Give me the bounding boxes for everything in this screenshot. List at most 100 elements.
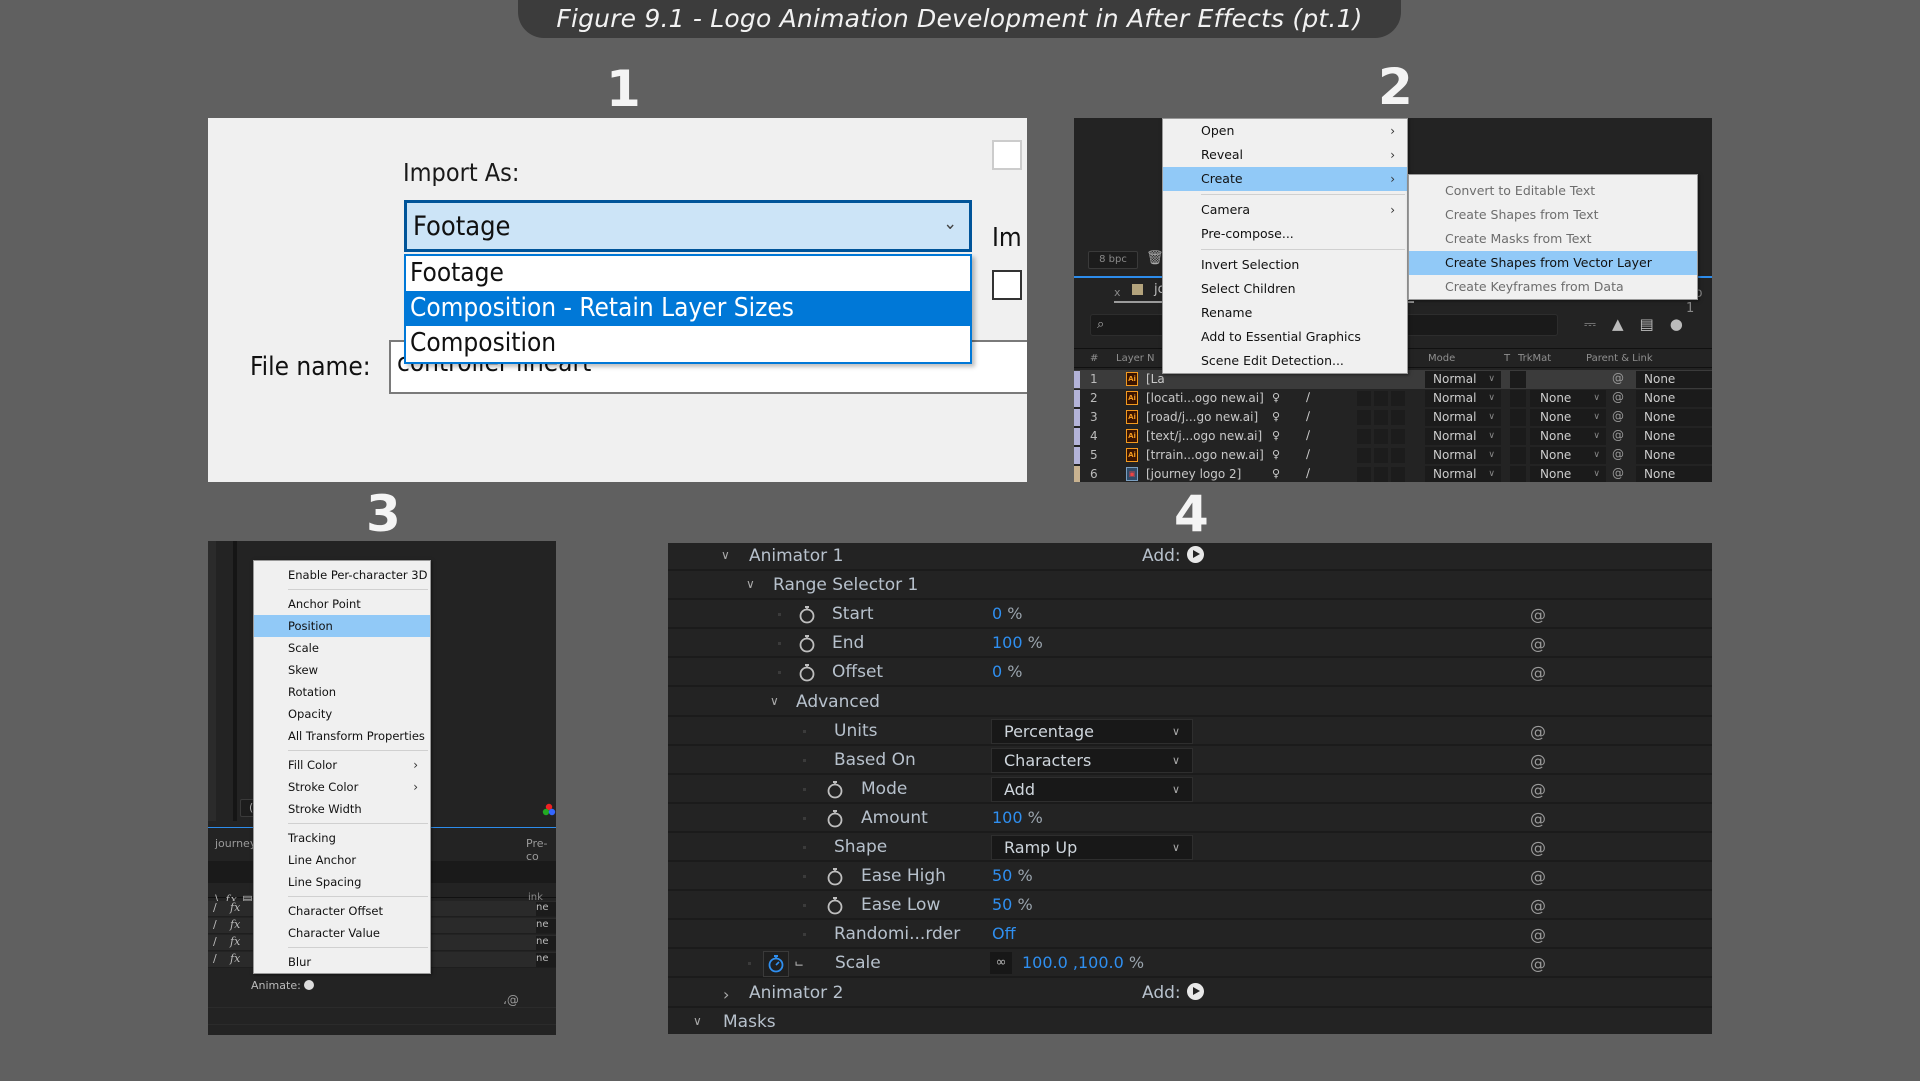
property-row[interactable]: Amount 100 % @ <box>668 805 1712 833</box>
property-row[interactable]: › Animator 2 Add: <box>668 980 1712 1008</box>
menu-item[interactable]: Position <box>254 615 430 637</box>
menu-item[interactable]: Open › <box>1163 119 1407 143</box>
menu-item[interactable]: Line Anchor <box>254 849 430 871</box>
property-dropdown[interactable]: Add ∨ <box>991 776 1193 802</box>
property-row[interactable]: Ease High 50 % @ <box>668 863 1712 892</box>
value-number[interactable]: 0 <box>992 604 1002 623</box>
property-row[interactable]: Start 0 % @ <box>668 601 1712 630</box>
shy-layers-icon[interactable]: ▲ <box>1612 315 1624 333</box>
menu-item[interactable]: Rename <box>1163 301 1407 325</box>
stopwatch-icon[interactable] <box>826 895 844 915</box>
parent-dropdown[interactable]: None <box>1636 409 1712 426</box>
shy-switch-icon[interactable]: ♀ <box>1272 448 1280 461</box>
bit-depth-button[interactable]: 8 bpc <box>1088 251 1138 269</box>
pick-whip-icon[interactable]: ،@ <box>503 993 519 1007</box>
blend-mode-dropdown[interactable]: Normal ∨ <box>1425 447 1501 464</box>
add-animator-property-button[interactable]: Add: <box>1142 546 1204 566</box>
quality-switch-icon[interactable]: ∕ <box>1306 447 1310 461</box>
property-row[interactable]: ∨ Animator 1 Add: <box>668 543 1712 571</box>
shy-switch-icon[interactable]: ♀ <box>1272 429 1280 442</box>
quality-switch-icon[interactable]: ∕ <box>1306 390 1310 404</box>
menu-item[interactable]: Stroke Width <box>254 798 430 820</box>
menu-item[interactable]: Fill Color › <box>254 754 430 776</box>
parent-dropdown-partial[interactable]: ne <box>536 936 556 950</box>
twirl-down-icon[interactable]: ∨ <box>746 577 755 591</box>
parent-dropdown[interactable]: None <box>1636 390 1712 407</box>
property-value[interactable]: 100.0 ,100.0 % <box>1022 953 1144 972</box>
pick-whip-icon[interactable]: @ <box>1530 809 1546 828</box>
shy-switch-icon[interactable]: ♀ <box>1272 410 1280 423</box>
preserve-transparency-toggle[interactable] <box>1510 447 1526 464</box>
property-value[interactable]: Off <box>992 924 1016 943</box>
label-color-swatch[interactable] <box>1074 428 1080 445</box>
menu-item[interactable]: Convert to Editable Text <box>1409 179 1697 203</box>
layer-row[interactable]: 6 ▣ [journey logo 2] ♀ ∕ Normal ∨ None ∨ @ None <box>1074 465 1712 482</box>
menu-item[interactable]: Anchor Point <box>254 593 430 615</box>
property-row[interactable]: Units Percentage ∨ @ <box>668 718 1712 746</box>
color-channels-icon[interactable] <box>542 803 556 817</box>
track-matte-dropdown[interactable]: None ∨ <box>1530 409 1606 426</box>
shy-switch-icon[interactable]: ♀ <box>1272 467 1280 480</box>
blend-mode-dropdown[interactable]: Normal ∨ <box>1425 409 1501 426</box>
track-matte-dropdown[interactable]: None ∨ <box>1530 428 1606 445</box>
stopwatch-icon[interactable] <box>798 633 816 653</box>
pick-whip-icon[interactable]: @ <box>1612 371 1624 385</box>
property-dropdown[interactable]: Percentage ∨ <box>991 718 1193 744</box>
quality-switch-icon[interactable]: ∕ <box>1306 409 1310 423</box>
effects-switch-icon[interactable]: fx <box>230 918 240 931</box>
property-value[interactable]: 50 % <box>992 866 1033 885</box>
motion-blur-icon[interactable]: ● <box>1670 315 1683 333</box>
option-checkbox-top[interactable] <box>992 140 1022 170</box>
stopwatch-icon[interactable] <box>798 604 816 624</box>
switch-boxes[interactable] <box>1357 429 1405 444</box>
value-number[interactable]: Off <box>992 924 1016 943</box>
effects-switch-icon[interactable]: fx <box>230 901 240 914</box>
menu-item[interactable]: Skew <box>254 659 430 681</box>
property-row[interactable]: Shape Ramp Up ∨ @ <box>668 834 1712 862</box>
pick-whip-icon[interactable]: @ <box>1612 447 1624 461</box>
animate-button[interactable]: Animate: <box>251 979 314 992</box>
pick-whip-icon[interactable]: @ <box>1530 780 1546 799</box>
quality-switch-icon[interactable]: ∕ <box>213 901 217 914</box>
pick-whip-icon[interactable]: @ <box>1530 954 1546 973</box>
property-dropdown[interactable]: Characters ∨ <box>991 747 1193 773</box>
dropdown-option-composition-retain-layer-sizes[interactable]: Composition - Retain Layer Sizes <box>406 291 970 326</box>
pick-whip-icon[interactable]: @ <box>1530 867 1546 886</box>
property-value[interactable]: 0 % <box>992 662 1022 681</box>
preserve-transparency-toggle[interactable] <box>1510 409 1526 426</box>
twirl-down-icon[interactable]: ∨ <box>721 548 730 562</box>
stopwatch-icon[interactable] <box>767 953 785 973</box>
pick-whip-icon[interactable]: @ <box>1612 390 1624 404</box>
menu-item[interactable]: Tracking <box>254 827 430 849</box>
label-color-swatch[interactable] <box>1074 466 1080 482</box>
stopwatch-icon[interactable] <box>826 779 844 799</box>
layer-name[interactable]: [text/j...ogo new.ai] <box>1146 429 1262 443</box>
dropdown-option-footage[interactable]: Footage <box>406 256 970 291</box>
value-number[interactable]: 100 <box>992 808 1023 827</box>
twirl-down-icon[interactable]: ∨ <box>693 1014 702 1028</box>
close-tab-icon[interactable]: x <box>1114 286 1121 299</box>
pick-whip-icon[interactable]: @ <box>1530 838 1546 857</box>
import-as-combobox[interactable]: Footage ⌄ <box>404 200 972 252</box>
parent-dropdown-partial[interactable]: ne <box>536 902 556 916</box>
switch-boxes[interactable] <box>1357 391 1405 406</box>
effects-switch-icon[interactable]: fx <box>230 952 240 965</box>
pick-whip-icon[interactable]: @ <box>1612 409 1624 423</box>
parent-dropdown[interactable]: None <box>1636 466 1712 482</box>
menu-item[interactable]: Invert Selection <box>1163 253 1407 277</box>
menu-item[interactable]: Pre-compose... <box>1163 222 1407 246</box>
value-number[interactable]: 100 <box>992 633 1023 652</box>
menu-item[interactable]: Create Shapes from Vector Layer <box>1409 251 1697 275</box>
option-checkbox[interactable] <box>992 270 1022 300</box>
quality-switch-icon[interactable]: ∕ <box>213 952 217 965</box>
label-color-swatch[interactable] <box>1074 371 1080 388</box>
layer-name[interactable]: [journey logo 2] <box>1146 467 1241 481</box>
property-row[interactable]: Based On Characters ∨ @ <box>668 747 1712 775</box>
pick-whip-icon[interactable]: @ <box>1612 466 1624 480</box>
menu-item[interactable]: Reveal › <box>1163 143 1407 167</box>
pick-whip-icon[interactable]: @ <box>1530 605 1546 624</box>
track-matte-dropdown[interactable]: None ∨ <box>1530 466 1606 482</box>
flowchart-icon[interactable]: ⎓ <box>1584 315 1596 333</box>
layer-row[interactable]: 4 Ai [text/j...ogo new.ai] ♀ ∕ Normal ∨ None ∨ @ N… <box>1074 427 1712 446</box>
switch-boxes[interactable] <box>1357 448 1405 463</box>
